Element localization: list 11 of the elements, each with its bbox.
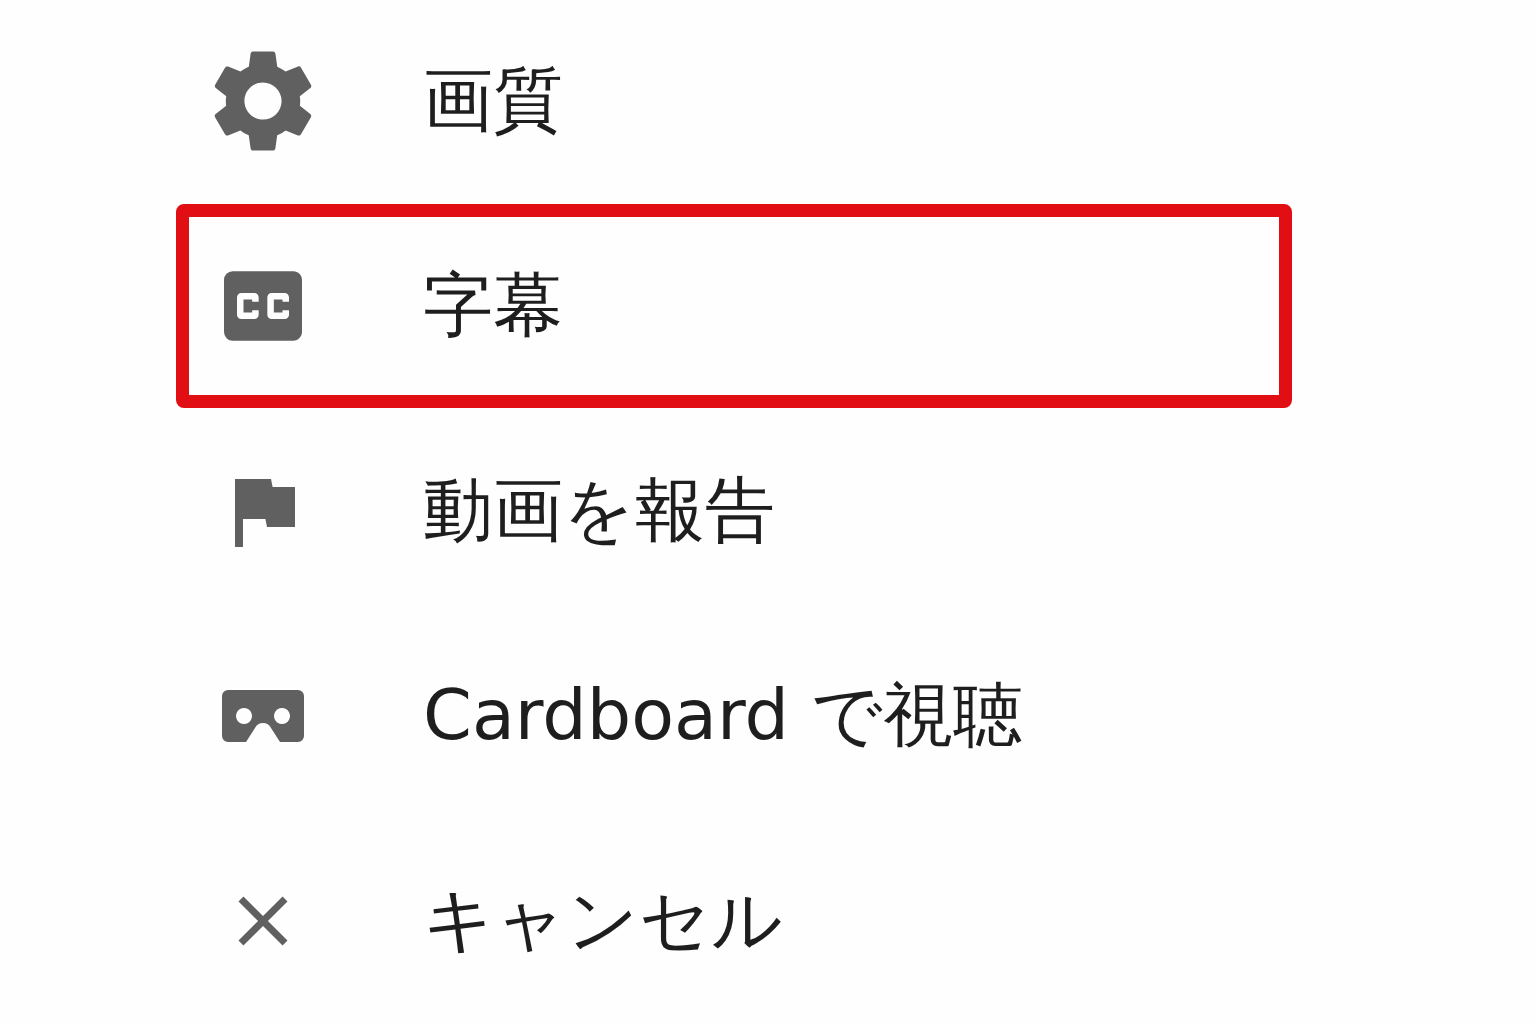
menu-item[interactable]: 画質 — [176, 0, 1292, 203]
menu-item-label: 字幕 — [423, 263, 563, 348]
menu-item[interactable]: キャンセル — [176, 819, 1292, 1023]
menu-item[interactable]: 字幕 — [176, 204, 1292, 408]
menu-item-label: キャンセル — [423, 878, 783, 963]
menu-item[interactable]: 動画を報告 — [176, 409, 1292, 613]
vr-headset-icon — [222, 690, 304, 742]
menu-item-label: Cardboard で視聴 — [423, 673, 1024, 758]
menu-item-label: 動画を報告 — [423, 468, 775, 553]
menu-item-label: 画質 — [423, 58, 563, 143]
menu-item[interactable]: Cardboard で視聴 — [176, 614, 1292, 818]
